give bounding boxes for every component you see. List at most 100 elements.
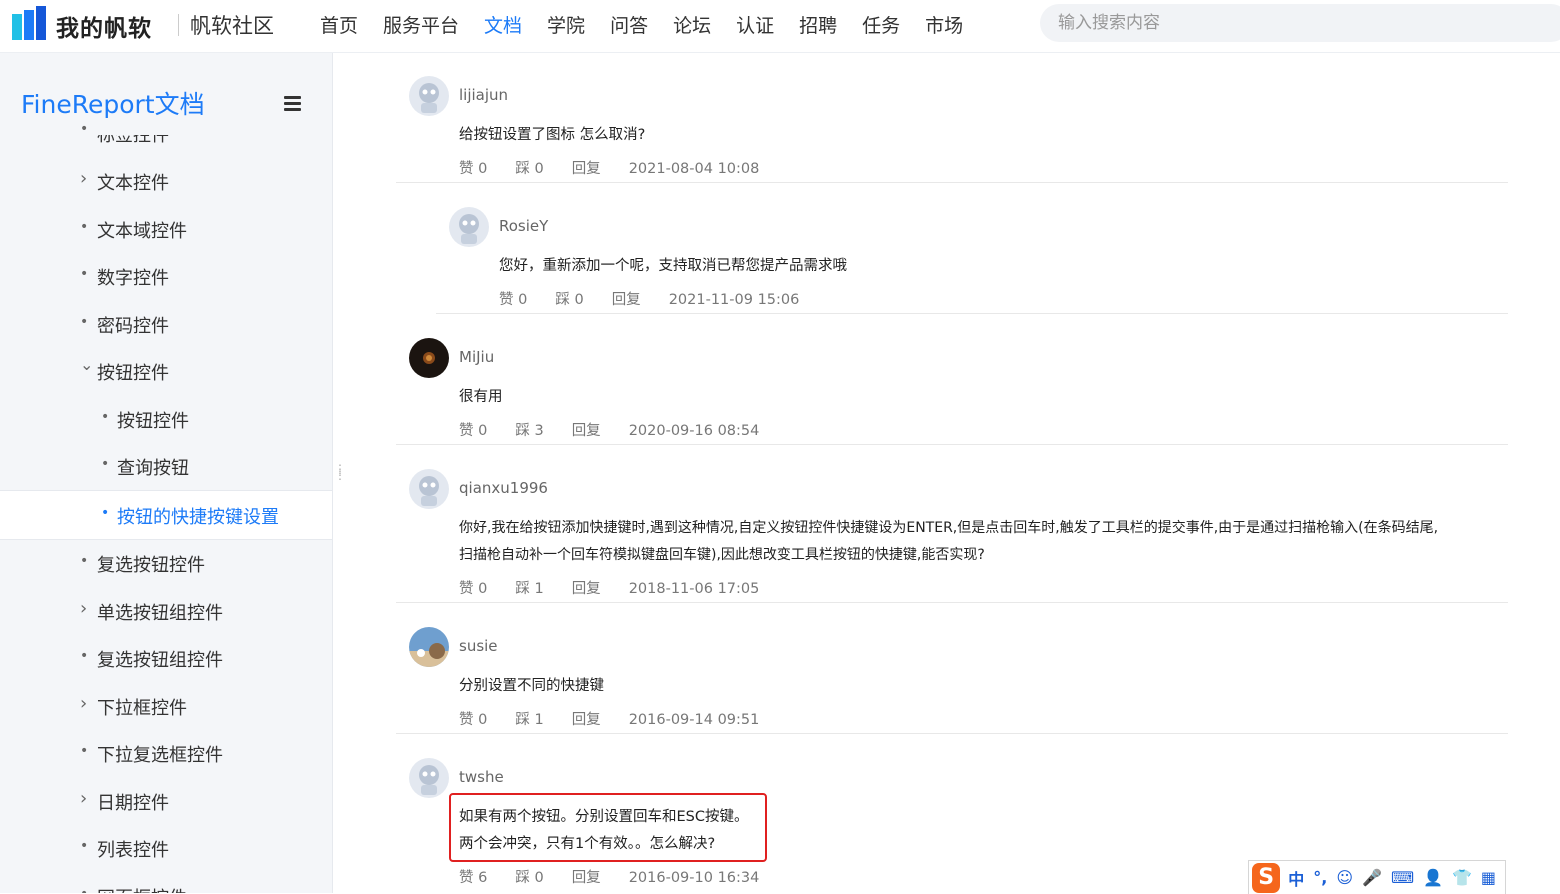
comment-actions: 赞 0 踩 1 回复 2018-11-06 17:05 xyxy=(459,577,759,598)
sidebar-item-label: 日期控件 xyxy=(97,793,169,814)
robot-avatar-icon xyxy=(419,476,439,506)
sidebar-item-label: 列表控件 xyxy=(97,840,169,861)
nav-item-certification[interactable]: 认证 xyxy=(736,11,774,38)
ime-microphone-icon[interactable]: 🎤 xyxy=(1362,868,1382,887)
comment-username[interactable]: MiJiu xyxy=(459,348,494,366)
sidebar-item-text-widget[interactable]: › 文本控件 xyxy=(0,161,332,201)
photo-avatar-icon xyxy=(409,643,449,667)
ime-skin-icon[interactable]: 👕 xyxy=(1452,868,1472,887)
dislike-button[interactable]: 踩 0 xyxy=(555,292,583,308)
ime-grid-icon[interactable]: ▦ xyxy=(1481,868,1496,887)
reply-button[interactable]: 回复 xyxy=(612,292,641,308)
ime-keyboard-icon[interactable]: ⌨ xyxy=(1391,868,1414,887)
chevron-right-icon: › xyxy=(80,788,88,809)
sidebar-item-label: 下拉框控件 xyxy=(97,698,187,719)
user-avatar[interactable] xyxy=(409,338,449,378)
nav-item-market[interactable]: 市场 xyxy=(925,11,963,38)
comment-username[interactable]: lijiajun xyxy=(459,86,508,104)
bullet-icon: • xyxy=(80,553,89,569)
sidebar-subitem-query-button[interactable]: • 查询按钮 xyxy=(0,446,332,486)
dislike-button[interactable]: 踩 0 xyxy=(515,161,543,177)
bullet-icon: • xyxy=(101,456,110,472)
reply-button[interactable]: 回复 xyxy=(572,423,601,439)
like-button[interactable]: 赞 0 xyxy=(459,581,487,597)
user-avatar[interactable] xyxy=(449,207,489,247)
main-nav: 首页 服务平台 文档 学院 问答 论坛 认证 招聘 任务 市场 xyxy=(320,11,988,38)
sidebar-item-checkbox-widget[interactable]: • 复选按钮控件 xyxy=(0,543,332,583)
sidebar-item-password-widget[interactable]: • 密码控件 xyxy=(0,304,332,344)
search-input[interactable]: 输入搜索内容 xyxy=(1040,4,1560,42)
ime-emoji-icon[interactable]: ☺ xyxy=(1336,868,1353,887)
bullet-icon: • xyxy=(80,121,89,137)
sidebar-resize-handle[interactable]: ⋮ ⋮ xyxy=(334,463,346,488)
sogou-logo-icon[interactable]: S xyxy=(1252,862,1281,893)
sidebar-item-label: 数字控件 xyxy=(97,268,169,289)
red-highlight-box xyxy=(449,793,767,862)
sidebar-item-radio-group-widget[interactable]: › 单选按钮组控件 xyxy=(0,591,332,631)
user-avatar[interactable] xyxy=(409,627,449,667)
firework-avatar-icon xyxy=(423,352,435,364)
bullet-icon: • xyxy=(80,266,89,282)
comment-date: 2018-11-06 17:05 xyxy=(628,581,760,597)
dislike-button[interactable]: 踩 3 xyxy=(515,423,543,439)
sidebar-item-date-widget[interactable]: › 日期控件 xyxy=(0,781,332,821)
sidebar-item-checkbox-group-widget[interactable]: • 复选按钮组控件 xyxy=(0,638,332,678)
like-button[interactable]: 赞 0 xyxy=(459,161,487,177)
nav-item-jobs[interactable]: 招聘 xyxy=(799,11,837,38)
bullet-icon: • xyxy=(80,219,89,235)
comment-username[interactable]: twshe xyxy=(459,768,504,786)
reply-button[interactable]: 回复 xyxy=(572,581,601,597)
nav-item-tasks[interactable]: 任务 xyxy=(862,11,900,38)
user-avatar[interactable] xyxy=(409,469,449,509)
sidebar-item-webframe-widget[interactable]: • 网页框控件 xyxy=(0,876,332,893)
like-button[interactable]: 赞 0 xyxy=(459,423,487,439)
dislike-button[interactable]: 踩 1 xyxy=(515,712,543,728)
logo-text[interactable]: 我的帆软 xyxy=(56,9,152,43)
dislike-button[interactable]: 踩 1 xyxy=(515,581,543,597)
nav-item-forum[interactable]: 论坛 xyxy=(673,11,711,38)
like-button[interactable]: 赞 0 xyxy=(459,712,487,728)
sidebar-item-list-widget[interactable]: • 列表控件 xyxy=(0,828,332,868)
ime-punctuation-icon[interactable]: °, xyxy=(1313,868,1327,887)
sidebar-item-label: 文本控件 xyxy=(97,173,169,194)
comment-text: 你好,我在给按钮添加快捷键时,遇到这种情况,自定义按钮控件快捷键设为ENTER,… xyxy=(459,520,1439,563)
sidebar-item-textarea-widget[interactable]: • 文本域控件 xyxy=(0,209,332,249)
comment-username[interactable]: RosieY xyxy=(499,217,548,235)
sidebar-subitem-shortcut-settings[interactable]: • 按钮的快捷按键设置 xyxy=(0,490,332,540)
sidebar-item-dropdown-checkbox-widget[interactable]: • 下拉复选框控件 xyxy=(0,733,332,773)
bullet-icon: • xyxy=(101,409,110,425)
sidebar-item-dropdown-widget[interactable]: › 下拉框控件 xyxy=(0,686,332,726)
user-avatar[interactable] xyxy=(409,758,449,798)
reply-button[interactable]: 回复 xyxy=(572,161,601,177)
ime-user-icon[interactable]: 👤 xyxy=(1423,868,1443,887)
nav-item-service[interactable]: 服务平台 xyxy=(383,11,459,38)
comment-username[interactable]: susie xyxy=(459,637,498,655)
like-button[interactable]: 赞 0 xyxy=(499,292,527,308)
nav-item-academy[interactable]: 学院 xyxy=(547,11,585,38)
sidebar-item-number-widget[interactable]: • 数字控件 xyxy=(0,256,332,296)
chevron-right-icon: › xyxy=(80,168,88,189)
ime-mode-chinese[interactable]: 中 xyxy=(1288,866,1304,890)
sidebar-subitem-button-widget[interactable]: • 按钮控件 xyxy=(0,399,332,439)
dislike-button[interactable]: 踩 0 xyxy=(515,870,543,886)
sidebar-item-label: 按钮控件 xyxy=(117,411,189,432)
bullet-icon: • xyxy=(80,886,88,893)
ime-toolbar: S 中 °, ☺ 🎤 ⌨ 👤 👕 ▦ xyxy=(1248,860,1506,894)
comment-username[interactable]: qianxu1996 xyxy=(459,479,548,497)
comment-text: 您好，重新添加一个呢，支持取消已帮您提产品需求哦 xyxy=(499,258,847,274)
user-avatar[interactable] xyxy=(409,76,449,116)
nav-item-qa[interactable]: 问答 xyxy=(610,11,648,38)
sidebar-item-label-widget[interactable]: • 标签控件 xyxy=(0,111,332,151)
comment-divider xyxy=(396,602,1508,603)
comment-text: 分别设置不同的快捷键 xyxy=(459,678,604,694)
robot-avatar-icon xyxy=(459,214,479,244)
reply-button[interactable]: 回复 xyxy=(572,870,601,886)
fanruan-logo-icon[interactable] xyxy=(12,6,48,42)
reply-button[interactable]: 回复 xyxy=(572,712,601,728)
like-button[interactable]: 赞 6 xyxy=(459,870,487,886)
nav-item-docs[interactable]: 文档 xyxy=(484,11,522,38)
nav-item-home[interactable]: 首页 xyxy=(320,11,358,38)
sidebar-item-label: 复选按钮组控件 xyxy=(97,650,223,671)
community-link[interactable]: 帆软社区 xyxy=(190,10,274,40)
sidebar-item-button-widget[interactable]: ⌄ 按钮控件 xyxy=(0,351,332,391)
